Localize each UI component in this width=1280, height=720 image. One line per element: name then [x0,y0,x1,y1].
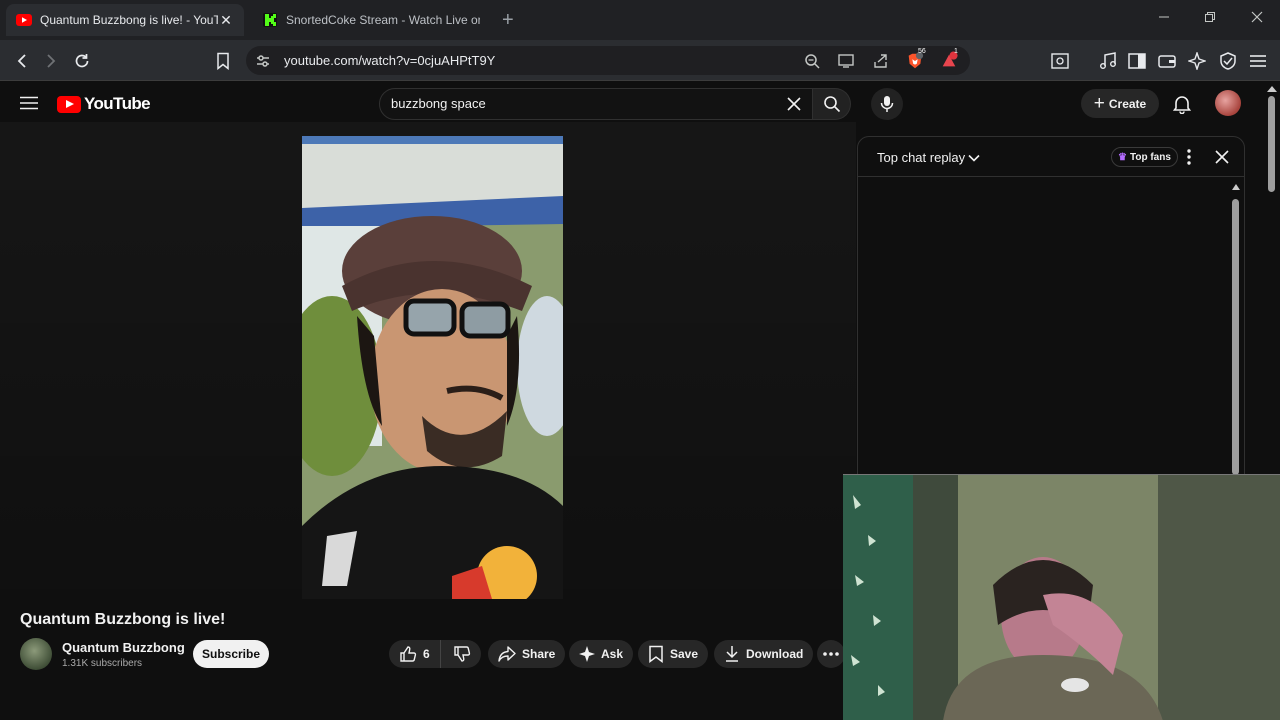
youtube-play-icon [57,95,81,113]
chat-mode-label[interactable]: Top chat replay [877,150,965,165]
address-bar[interactable]: youtube.com/watch?v=0cjuAHPtT9Y 56 1 [246,46,970,75]
scroll-up-arrow-icon[interactable] [1232,183,1240,191]
rewards-count-badge: 1 [954,48,958,55]
webcam-frame [843,475,1280,720]
tab-title: SnortedCoke Stream - Watch Live on Kick [286,13,480,27]
save-button[interactable]: Save [638,640,709,668]
voice-search-button[interactable] [871,88,903,120]
ask-label: Ask [601,647,624,661]
chat-scrollbar-thumb[interactable] [1232,199,1239,475]
restore-icon[interactable] [1204,10,1216,26]
browser-menu-icon[interactable] [1248,51,1268,71]
live-chat-panel: Top chat replay ♛ Top fans [857,136,1245,476]
media-icon[interactable] [1098,51,1118,71]
save-label: Save [670,647,699,661]
youtube-favicon-icon [16,12,32,28]
plus-icon: + [1093,92,1105,114]
chevron-down-icon[interactable] [968,151,980,163]
close-window-icon[interactable] [1251,10,1263,26]
search-button[interactable] [813,88,851,120]
reload-icon[interactable] [71,50,93,72]
share-label: Share [522,647,556,661]
download-icon [726,646,738,662]
kick-favicon-icon [262,12,278,28]
chat-scrollbar[interactable] [1232,183,1240,475]
thumbs-down-icon [453,646,470,662]
url-text[interactable]: youtube.com/watch?v=0cjuAHPtT9Y [284,53,495,68]
channel-avatar[interactable] [20,638,52,670]
more-actions-button[interactable] [817,640,845,668]
channel-name[interactable]: Quantum Buzzbong [62,640,185,655]
logo-text: YouTube [84,94,151,113]
subscriber-count: 1.31K subscribers [62,658,143,669]
top-fans-button[interactable]: ♛ Top fans [1111,147,1178,167]
webcam-overlay [843,474,1280,720]
like-dislike-group: 6 [389,640,481,668]
notifications-bell-icon[interactable] [1172,94,1192,115]
create-label: Create [1108,96,1147,111]
search-input[interactable] [391,96,771,111]
shields-count-badge: 56 [918,48,926,55]
video-title: Quantum Buzzbong is live! [20,611,226,628]
youtube-logo[interactable]: YouTube [57,94,151,114]
crown-icon: ♛ [1118,151,1127,163]
thumbs-up-icon [400,646,417,662]
video-player[interactable] [302,136,563,599]
microphone-icon [880,96,894,112]
zoom-icon[interactable] [803,52,821,70]
download-button[interactable]: Download [714,640,814,668]
close-tab-icon[interactable]: ✕ [218,12,234,29]
bookmark-icon[interactable] [212,50,234,72]
sparkle-icon [579,646,595,662]
like-count: 6 [423,647,430,661]
search-box[interactable] [379,88,813,120]
download-label: Download [746,647,804,661]
share-icon[interactable] [871,52,889,70]
back-icon[interactable] [11,50,33,72]
vpn-icon[interactable] [1218,51,1238,71]
top-fans-label: Top fans [1129,151,1171,163]
page-scrollbar-thumb[interactable] [1268,96,1275,192]
leo-ai-icon[interactable] [1187,51,1207,71]
video-frame [302,136,563,599]
subscribe-button[interactable]: Subscribe [193,640,269,668]
clear-search-icon[interactable] [786,96,802,112]
browser-tab-strip: Quantum Buzzbong is live! - YouTube ✕ Sn… [0,0,1280,40]
site-settings-icon[interactable] [254,52,272,70]
tab-title: Quantum Buzzbong is live! - YouTube [40,13,218,27]
minimize-icon[interactable] [1158,10,1170,26]
wallet-icon[interactable] [1157,51,1177,71]
new-tab-button[interactable]: + [502,10,514,30]
forward-icon[interactable] [40,50,62,72]
chat-more-options-icon[interactable] [1184,148,1194,166]
ask-button[interactable]: Ask [569,640,634,668]
account-avatar[interactable] [1215,90,1241,116]
more-horizontal-icon [823,652,839,656]
sidebar-icon[interactable] [1127,51,1147,71]
close-chat-icon[interactable] [1214,149,1230,165]
browser-toolbar: youtube.com/watch?v=0cjuAHPtT9Y 56 1 [0,40,1280,81]
like-button[interactable]: 6 [389,640,441,668]
save-bookmark-icon [649,645,663,663]
guide-menu-icon[interactable] [20,96,38,110]
tab-kick[interactable]: SnortedCoke Stream - Watch Live on Kick [252,4,490,36]
chat-header: Top chat replay ♛ Top fans [858,137,1244,177]
tab-youtube[interactable]: Quantum Buzzbong is live! - YouTube ✕ [6,4,244,36]
share-arrow-icon [498,646,516,662]
dislike-button[interactable] [441,640,483,668]
page-scroll-up-arrow-icon[interactable] [1267,85,1277,93]
share-button[interactable]: Share [488,640,566,668]
create-button[interactable]: + Create [1081,89,1159,118]
reader-mode-icon[interactable] [1050,51,1070,71]
cast-icon[interactable] [837,52,855,70]
search-icon [823,96,840,113]
